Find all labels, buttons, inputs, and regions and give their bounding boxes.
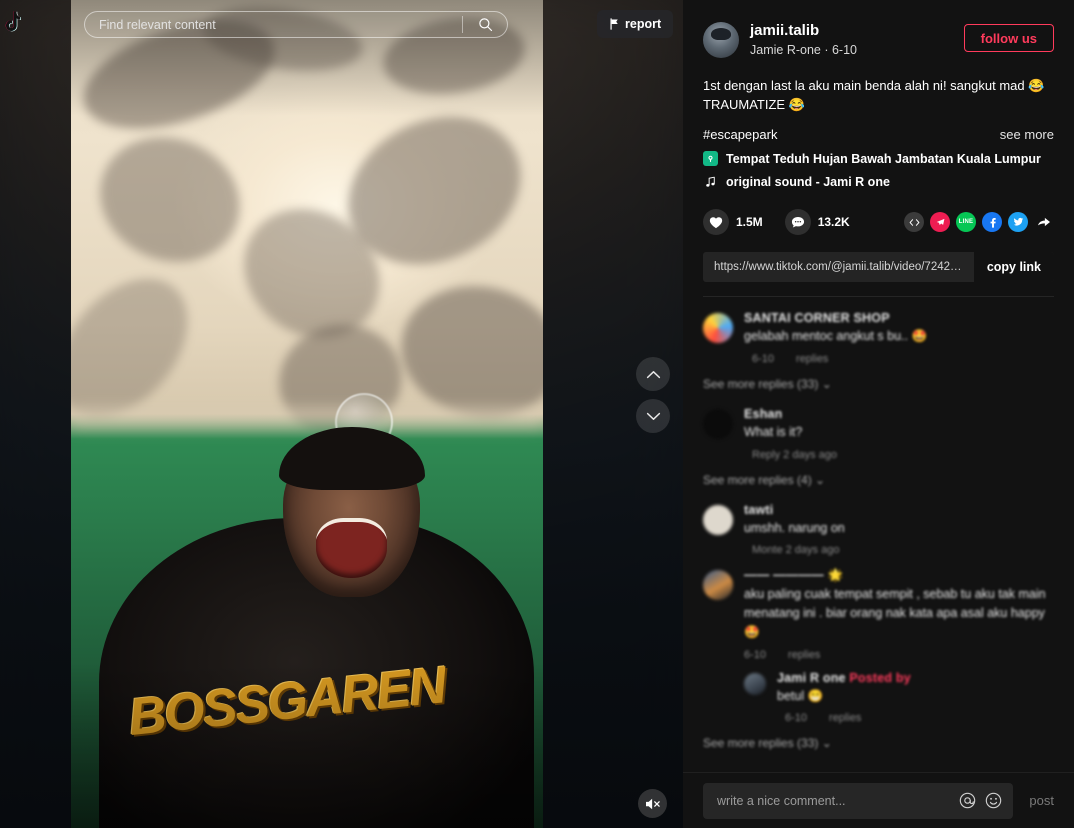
comment-reply-button[interactable]: replies: [829, 712, 861, 724]
report-label: report: [625, 17, 662, 31]
hashtag-row: #escapepark see more: [703, 127, 1054, 142]
see-more-replies-button[interactable]: See more replies (4) ⌄: [703, 473, 1054, 487]
search-input[interactable]: [85, 17, 462, 32]
comment-bubble-icon: [784, 209, 811, 236]
location-row[interactable]: Tempat Teduh Hujan Bawah Jambatan Kuala …: [703, 151, 1054, 167]
tiktok-video-page: BOSSGAREN: [0, 0, 1074, 828]
comment-count: 13.2K: [817, 215, 850, 230]
comment-text: What is it?: [744, 424, 803, 439]
comment-stat[interactable]: 13.2K: [784, 209, 850, 236]
commenter-avatar[interactable]: [703, 570, 733, 601]
facebook-icon[interactable]: [982, 212, 1002, 233]
comment-composer: post: [683, 772, 1074, 828]
copy-link-row: https://www.tiktok.com/@jamii.talib/vide…: [703, 252, 1054, 283]
comment-input[interactable]: [717, 793, 954, 808]
avatar[interactable]: [703, 22, 739, 58]
engagement-row: 1.5M 13.2K LINE: [703, 209, 1054, 236]
video-info-panel: jamii.talib Jamie R-one · 6-10 follow us…: [683, 0, 1074, 828]
commenter-name[interactable]: Eshan: [744, 407, 1054, 421]
comment-reply-button[interactable]: replies: [788, 649, 820, 661]
commenter-avatar[interactable]: [744, 672, 766, 695]
embed-icon[interactable]: [904, 212, 924, 233]
list-item[interactable]: Eshan What is it? Reply 2 days ago: [703, 407, 1054, 461]
list-item[interactable]: tawti umshh. narung on Monte 2 days ago: [703, 503, 1054, 557]
share-icon-row: LINE: [904, 212, 1054, 233]
like-count: 1.5M: [736, 215, 763, 230]
copy-link-button[interactable]: copy link: [973, 252, 1054, 283]
comment-time: Monte 2 days ago: [752, 544, 840, 557]
hashtag-link[interactable]: #escapepark: [703, 127, 777, 142]
comment-time: 6-10: [785, 712, 808, 725]
list-item[interactable]: Jami R one Posted by betul 😁 6-10 replie…: [744, 671, 1054, 725]
author-row: jamii.talib Jamie R-one · 6-10 follow us: [703, 22, 1054, 58]
search-button[interactable]: [463, 12, 507, 37]
follow-button[interactable]: follow us: [963, 24, 1054, 52]
heart-icon: [703, 209, 729, 236]
commenter-avatar[interactable]: [703, 504, 733, 535]
comment-time: 6-10: [752, 352, 775, 365]
list-item[interactable]: SANTAI CORNER SHOP gelabah mentoc angkut…: [703, 311, 1054, 365]
search-icon: [478, 18, 492, 32]
video-stage: BOSSGAREN: [0, 0, 683, 828]
location-pin-icon: [703, 151, 718, 167]
sound-label[interactable]: original sound - Jami R one: [726, 175, 890, 189]
author-nickname-date: Jamie R-one · 6-10: [750, 42, 857, 57]
tiktok-logo-icon[interactable]: [0, 0, 27, 44]
music-note-icon: [703, 176, 718, 188]
twitter-icon[interactable]: [1008, 212, 1028, 233]
see-more-caption-button[interactable]: see more: [1000, 127, 1054, 142]
line-icon[interactable]: LINE: [956, 212, 976, 233]
commenter-name[interactable]: tawti: [744, 503, 1054, 517]
speaker-muted-icon: [645, 798, 660, 809]
previous-video-button[interactable]: [636, 357, 670, 391]
commenter-name[interactable]: SANTAI CORNER SHOP: [744, 311, 1054, 325]
like-stat[interactable]: 1.5M: [703, 209, 763, 236]
location-label[interactable]: Tempat Teduh Hujan Bawah Jambatan Kuala …: [726, 152, 1041, 166]
see-more-replies-button[interactable]: See more replies (33) ⌄: [703, 377, 1054, 391]
comment-text: umshh. narung on: [744, 520, 845, 535]
video-url-text[interactable]: https://www.tiktok.com/@jamii.talib/vide…: [703, 261, 974, 273]
video-player[interactable]: BOSSGAREN: [71, 0, 543, 828]
emoji-smiley-icon[interactable]: [981, 789, 1005, 813]
next-video-button[interactable]: [636, 399, 670, 433]
report-button[interactable]: report: [597, 10, 674, 38]
comment-time: Reply 2 days ago: [752, 448, 837, 461]
at-mention-icon[interactable]: [955, 789, 979, 813]
comment-input-wrapper[interactable]: [703, 782, 1014, 819]
comment-text: aku paling cuak tempat sempit , sebab tu…: [744, 587, 1046, 639]
share-arrow-icon[interactable]: [1034, 212, 1054, 232]
chevron-up-icon: [646, 370, 660, 378]
list-item[interactable]: —— ———— 🌟 aku paling cuak tempat sempit …: [703, 568, 1054, 661]
comment-reply-block: Jami R one Posted by betul 😁 6-10 replie…: [744, 671, 1054, 725]
posted-by-badge: Posted by: [849, 670, 911, 685]
commenter-avatar[interactable]: [703, 408, 733, 439]
comment-reply-button[interactable]: replies: [796, 353, 828, 365]
commenter-name[interactable]: Jami R one Posted by: [777, 671, 1054, 685]
commenter-avatar[interactable]: [703, 313, 733, 344]
sound-row[interactable]: original sound - Jami R one: [703, 175, 1054, 189]
comment-time: 6-10: [744, 648, 767, 661]
comments-list[interactable]: SANTAI CORNER SHOP gelabah mentoc angkut…: [683, 297, 1074, 772]
post-caption: 1st dengan last la aku main benda alah n…: [703, 78, 1045, 113]
author-username[interactable]: jamii.talib: [750, 22, 857, 41]
mute-toggle-button[interactable]: [638, 789, 667, 818]
author-meta: jamii.talib Jamie R-one · 6-10: [750, 22, 857, 58]
post-header: jamii.talib Jamie R-one · 6-10 follow us…: [683, 0, 1074, 298]
comment-text: gelabah mentoc angkut s bu.. 🤩: [744, 329, 928, 344]
video-vignette: [71, 0, 543, 828]
see-more-replies-button[interactable]: See more replies (33) ⌄: [703, 736, 1054, 750]
chevron-down-icon: [646, 412, 660, 420]
telegram-icon[interactable]: [930, 212, 950, 233]
post-comment-button[interactable]: post: [1013, 793, 1054, 808]
commenter-name[interactable]: —— ———— 🌟: [744, 568, 1054, 583]
comment-text: betul 😁: [777, 688, 824, 703]
search-bar[interactable]: [84, 11, 508, 38]
flag-icon: [610, 18, 618, 30]
